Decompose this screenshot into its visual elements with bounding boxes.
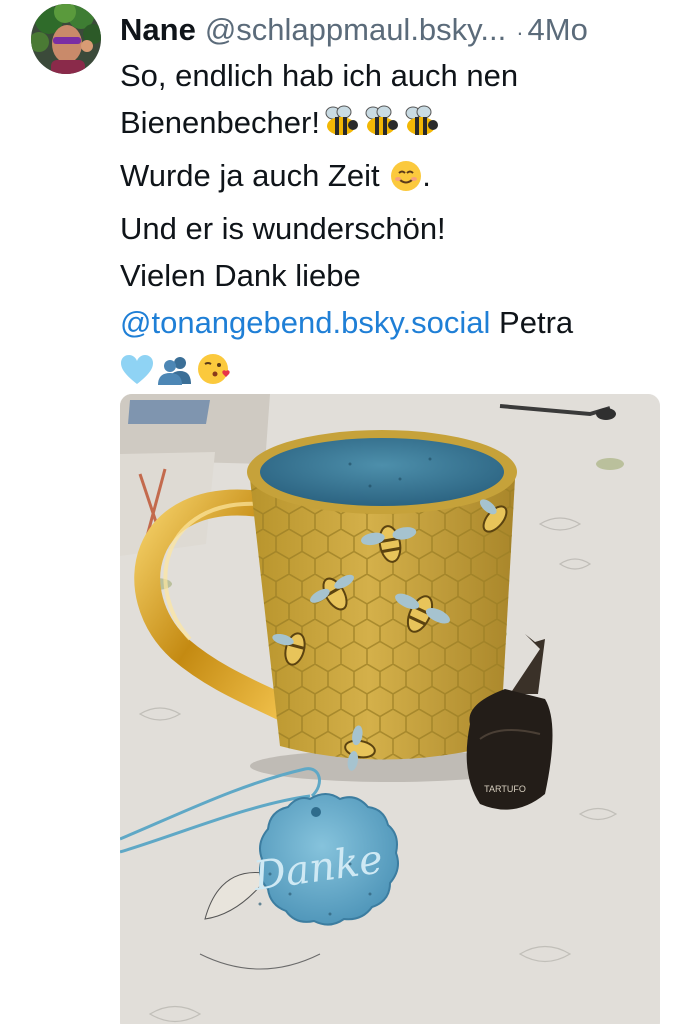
post-timestamp[interactable]: 4Mo	[528, 10, 588, 50]
post-header: Nane @schlappmaul.bsky... · 4Mo	[120, 10, 668, 50]
post-image[interactable]: TARTUFO Danke	[120, 394, 660, 1024]
author-display-name[interactable]: Nane	[120, 10, 196, 50]
busts-in-silhouette-emoji-icon	[156, 352, 194, 399]
honeybee-emoji-icon	[322, 105, 360, 152]
smiling-face-emoji-icon	[390, 158, 422, 205]
post-text-fragment: Bienenbecher!	[120, 105, 320, 140]
honeybee-emoji-icon	[402, 105, 440, 152]
post-text-line: @tonangebend.bsky.social Petra	[120, 299, 668, 346]
post-text-line: So, endlich hab ich auch nen	[120, 58, 519, 93]
author-handle[interactable]: @schlappmaul.bsky...	[205, 10, 506, 50]
face-blowing-kiss-emoji-icon	[196, 352, 232, 399]
post-text-line: Bienenbecher!	[120, 99, 668, 152]
post-text-line: Und er is wunderschön!	[120, 211, 446, 246]
post-text-fragment: .	[422, 158, 431, 193]
author-avatar[interactable]	[31, 4, 101, 74]
post-text-fragment: Petra	[490, 305, 574, 340]
mention-link[interactable]: @tonangebend.bsky.social	[120, 305, 490, 340]
post-text-line	[120, 346, 668, 399]
post-text-line: Vielen Dank liebe	[120, 258, 361, 293]
post-text-fragment: Wurde ja auch Zeit	[120, 158, 380, 193]
light-blue-heart-emoji-icon	[120, 352, 154, 399]
post-text: So, endlich hab ich auch nen Bienenbeche…	[120, 52, 668, 399]
avatar-photo-icon	[31, 4, 101, 74]
header-separator: ·	[516, 20, 524, 45]
chocolate-wrapper-label: TARTUFO	[484, 784, 526, 794]
post[interactable]: Nane @schlappmaul.bsky... · 4Mo So, endl…	[0, 0, 685, 1024]
post-text-line: Wurde ja auch Zeit .	[120, 152, 668, 205]
bee-mug-photo: TARTUFO Danke	[120, 394, 660, 1024]
honeybee-emoji-icon	[362, 105, 400, 152]
